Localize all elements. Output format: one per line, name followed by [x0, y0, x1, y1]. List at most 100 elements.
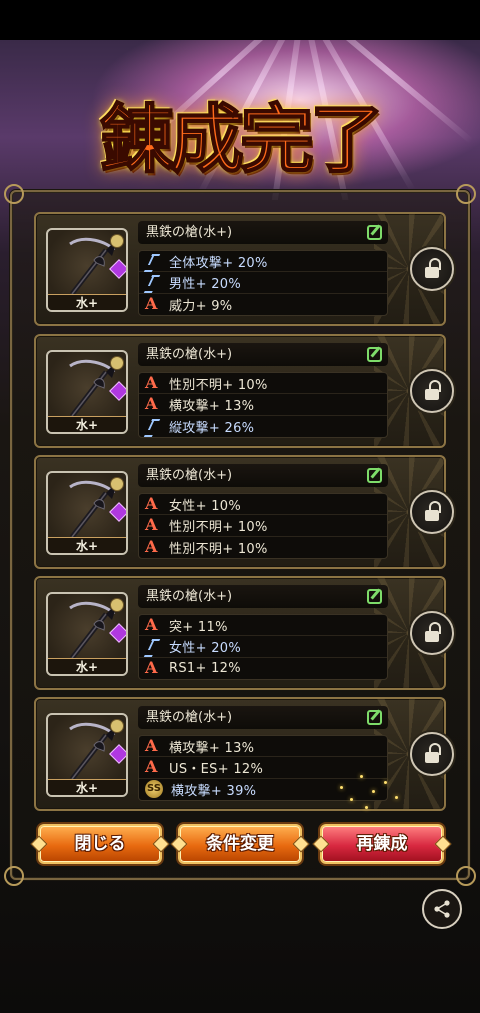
stat-row: 男性+ 20% — [139, 272, 387, 294]
grade-a-icon: A — [145, 537, 158, 557]
retry-button[interactable]: 再錬成 — [320, 824, 444, 864]
edit-icon[interactable] — [367, 225, 382, 240]
sparkle — [384, 781, 387, 784]
grade-s-icon — [145, 638, 161, 654]
share-icon[interactable] — [422, 889, 462, 929]
rank-badge-icon — [110, 356, 124, 370]
rank-badge-icon — [110, 719, 124, 733]
stat-row: A 性別不明+ 10% — [139, 515, 387, 537]
weapon-thumbnail[interactable]: 水+ — [46, 228, 128, 312]
element-label: 水+ — [48, 416, 126, 432]
weapon-card-3: 水+ 黒鉄の槍(水+) A 女性+ 10% A 性別不明+ 10% A 性別不明+ 10% — [34, 455, 454, 569]
weapon-thumbnail[interactable]: 水+ — [46, 350, 128, 434]
stat-row: A 横攻撃+ 13% — [139, 736, 387, 758]
stat-list: A 横攻撃+ 13% A US・ES+ 12% SS 横攻撃+ 39% — [138, 735, 388, 801]
close-button[interactable]: 閉じる — [38, 824, 162, 864]
stat-row: A 突+ 11% — [139, 615, 387, 637]
status-bar — [0, 0, 480, 40]
weapon-card-4: 水+ 黒鉄の槍(水+) A 突+ 11% 女性+ 20% A RS1+ 12% — [34, 576, 454, 690]
stat-text: 男性+ 20% — [169, 276, 242, 292]
element-label: 水+ — [48, 537, 126, 553]
weapon-name-text: 黒鉄の槍(水+) — [146, 710, 233, 725]
grade-a-icon: A — [145, 394, 158, 414]
weapon-name: 黒鉄の槍(水+) — [138, 585, 388, 608]
grade-a-icon: A — [145, 494, 158, 514]
sparkle — [350, 798, 353, 801]
weapon-thumbnail[interactable]: 水+ — [46, 471, 128, 555]
unlock-icon[interactable] — [410, 490, 454, 534]
sparkle — [340, 786, 343, 789]
edit-icon[interactable] — [367, 468, 382, 483]
stat-row: A 横攻撃+ 13% — [139, 394, 387, 416]
weapon-name-text: 黒鉄の槍(水+) — [146, 347, 233, 362]
element-label: 水+ — [48, 779, 126, 795]
weapon-name: 黒鉄の槍(水+) — [138, 221, 388, 244]
element-label: 水+ — [48, 658, 126, 674]
stat-text: 性別不明+ 10% — [169, 377, 268, 393]
sparkle — [360, 775, 363, 778]
weapon-name-text: 黒鉄の槍(水+) — [146, 225, 233, 240]
grade-s-icon — [145, 418, 161, 434]
rank-badge-icon — [110, 477, 124, 491]
edit-icon[interactable] — [367, 347, 382, 362]
stat-row: A US・ES+ 12% — [139, 757, 387, 779]
stat-text: 全体攻撃+ 20% — [169, 255, 268, 271]
stat-row: A 性別不明+ 10% — [139, 373, 387, 395]
weapon-card-5: 水+ 黒鉄の槍(水+) A 横攻撃+ 13% A US・ES+ 12% SS 横攻撃+ 3… — [34, 697, 454, 811]
stat-text: 女性+ 20% — [169, 640, 242, 656]
element-label: 水+ — [48, 294, 126, 310]
sparkle — [365, 806, 368, 809]
weapon-name: 黒鉄の槍(水+) — [138, 464, 388, 487]
grade-a-icon: A — [145, 757, 158, 777]
grade-a-icon: A — [145, 373, 158, 393]
stat-row: 全体攻撃+ 20% — [139, 251, 387, 273]
change-conditions-button[interactable]: 条件変更 — [178, 824, 302, 864]
stat-text: US・ES+ 12% — [169, 761, 264, 777]
unlock-icon[interactable] — [410, 369, 454, 413]
stat-list: A 性別不明+ 10% A 横攻撃+ 13% 縦攻撃+ 26% — [138, 372, 388, 438]
grade-a-icon: A — [145, 736, 158, 756]
stat-list: A 突+ 11% 女性+ 20% A RS1+ 12% — [138, 614, 388, 680]
stat-row: SS 横攻撃+ 39% — [139, 779, 387, 800]
edit-icon[interactable] — [367, 710, 382, 725]
stat-list: 全体攻撃+ 20% 男性+ 20% A 威力+ 9% — [138, 250, 388, 316]
stat-text: 突+ 11% — [169, 619, 228, 635]
stat-row: A 性別不明+ 10% — [139, 537, 387, 558]
grade-a-icon: A — [145, 615, 158, 635]
stat-text: 女性+ 10% — [169, 498, 242, 514]
stat-text: 横攻撃+ 13% — [169, 398, 255, 414]
weapon-thumbnail[interactable]: 水+ — [46, 592, 128, 676]
edit-icon[interactable] — [367, 589, 382, 604]
grade-s-icon — [145, 274, 161, 290]
unlock-icon[interactable] — [410, 611, 454, 655]
stat-text: 威力+ 9% — [169, 298, 233, 314]
stat-text: 横攻撃+ 39% — [171, 783, 257, 799]
weapon-name-text: 黒鉄の槍(水+) — [146, 468, 233, 483]
stat-row: A RS1+ 12% — [139, 658, 387, 679]
weapon-thumbnail[interactable]: 水+ — [46, 713, 128, 797]
grade-ss-icon: SS — [145, 780, 163, 799]
weapon-name: 黒鉄の槍(水+) — [138, 343, 388, 366]
rank-badge-icon — [110, 598, 124, 612]
stat-row: A 威力+ 9% — [139, 294, 387, 315]
stat-row: 縦攻撃+ 26% — [139, 416, 387, 437]
stat-text: 性別不明+ 10% — [169, 519, 268, 535]
stat-text: 性別不明+ 10% — [169, 541, 268, 557]
grade-a-icon: A — [145, 658, 158, 678]
grade-a-icon: A — [145, 515, 158, 535]
weapon-card-1: 水+ 黒鉄の槍(水+) 全体攻撃+ 20% 男性+ 20% A 威力+ 9% — [34, 212, 454, 326]
stat-text: RS1+ 12% — [169, 660, 241, 676]
unlock-icon[interactable] — [410, 247, 454, 291]
stat-list: A 女性+ 10% A 性別不明+ 10% A 性別不明+ 10% — [138, 493, 388, 559]
rank-badge-icon — [110, 234, 124, 248]
result-title: 錬成完了 — [99, 96, 385, 184]
stat-text: 縦攻撃+ 26% — [169, 420, 255, 436]
stat-row: 女性+ 20% — [139, 636, 387, 658]
grade-a-icon: A — [145, 294, 158, 314]
weapon-name: 黒鉄の槍(水+) — [138, 706, 388, 729]
stat-row: A 女性+ 10% — [139, 494, 387, 516]
grade-s-icon — [145, 253, 161, 269]
sparkle — [395, 796, 398, 799]
unlock-icon[interactable] — [410, 732, 454, 776]
sparkle — [372, 790, 375, 793]
